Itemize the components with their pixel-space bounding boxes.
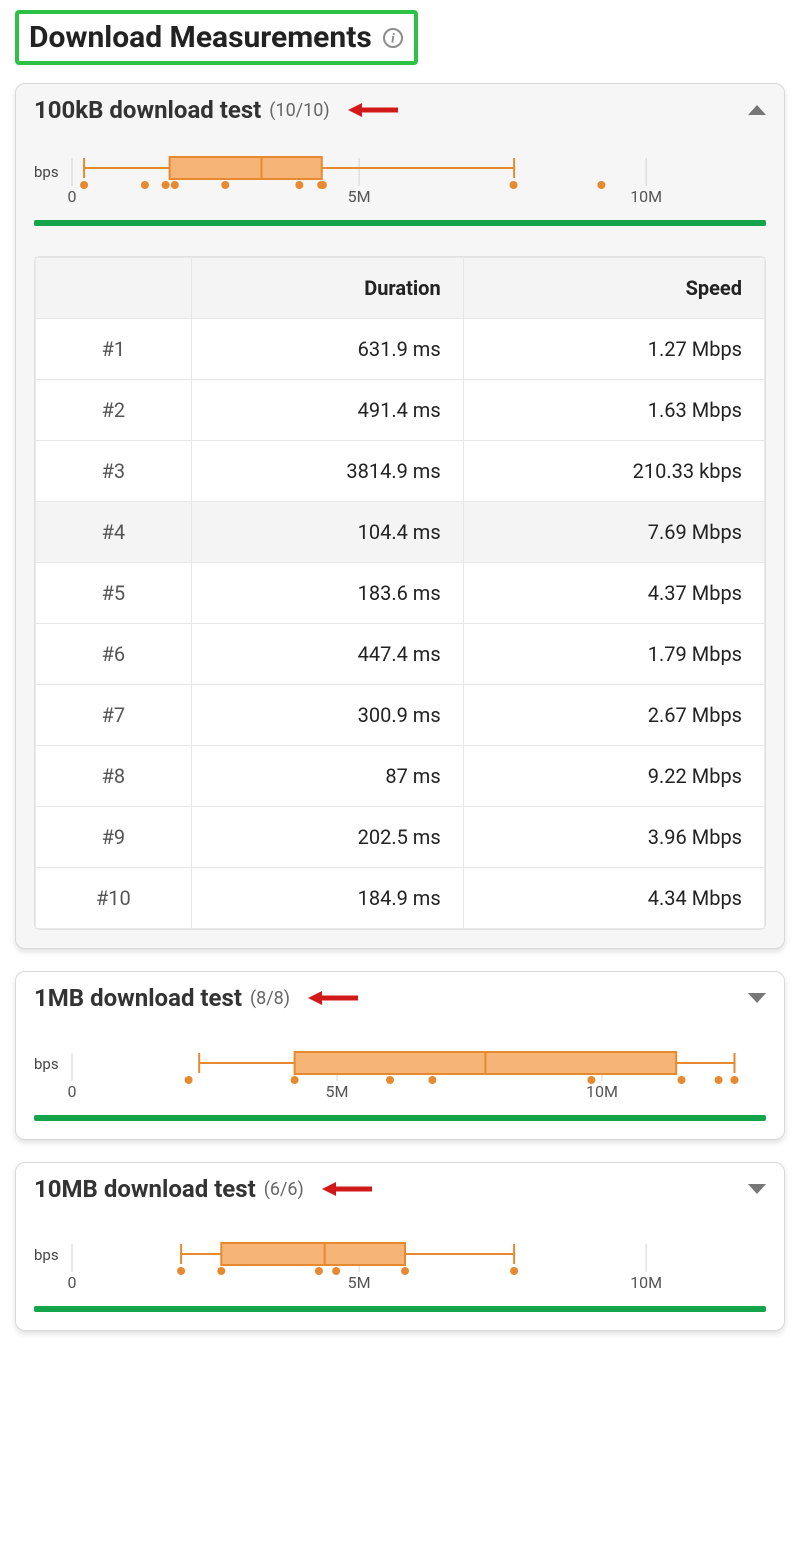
info-icon[interactable]: i: [382, 27, 404, 49]
test-header-10mb[interactable]: 10MB download test (6/6): [34, 1175, 766, 1203]
test-card-1mb: 1MB download test (8/8) bps 0 5M 10M: [15, 971, 785, 1140]
test-title: 1MB download test: [34, 984, 242, 1012]
page-title-text: Download Measurements: [29, 20, 372, 55]
table-row[interactable]: #2491.4 ms1.63 Mbps: [36, 380, 765, 441]
cell-index: #4: [36, 502, 192, 563]
svg-text:10M: 10M: [630, 1273, 662, 1292]
cell-index: #10: [36, 868, 192, 929]
col-speed: Speed: [463, 258, 764, 319]
cell-index: #8: [36, 746, 192, 807]
boxplot-10mb: bps 0 5M 10M: [34, 1217, 766, 1292]
cell-speed: 210.33 kbps: [463, 441, 764, 502]
expand-icon[interactable]: [748, 989, 766, 1008]
cell-duration: 184.9 ms: [191, 868, 463, 929]
test-title: 100kB download test: [34, 96, 261, 124]
progress-bar: [34, 1115, 766, 1121]
collapse-icon[interactable]: [748, 101, 766, 120]
cell-speed: 2.67 Mbps: [463, 685, 764, 746]
cell-speed: 1.79 Mbps: [463, 624, 764, 685]
cell-index: #7: [36, 685, 192, 746]
boxplot-100kb: bps 0 5M 10M: [34, 138, 766, 206]
cell-duration: 491.4 ms: [191, 380, 463, 441]
svg-text:0: 0: [67, 1273, 76, 1292]
svg-text:i: i: [391, 31, 395, 46]
test-title: 10MB download test: [34, 1175, 256, 1203]
boxplot-ylabel: bps: [34, 1246, 59, 1264]
table-row[interactable]: #6447.4 ms1.79 Mbps: [36, 624, 765, 685]
col-index: [36, 258, 192, 319]
boxplot-ylabel: bps: [34, 163, 59, 181]
cell-duration: 202.5 ms: [191, 807, 463, 868]
measurements-table: Duration Speed #1631.9 ms1.27 Mbps#2491.…: [35, 257, 765, 929]
annotation-arrow-icon: [348, 100, 408, 120]
table-row[interactable]: #10184.9 ms4.34 Mbps: [36, 868, 765, 929]
boxplot-chart: 0 5M 10M: [67, 1026, 766, 1101]
test-count: (6/6): [264, 1179, 304, 1200]
cell-index: #9: [36, 807, 192, 868]
boxplot-1mb: bps 0 5M 10M: [34, 1026, 766, 1101]
cell-duration: 447.4 ms: [191, 624, 463, 685]
test-count: (10/10): [269, 100, 329, 121]
boxplot-ylabel: bps: [34, 1055, 59, 1073]
page-title: Download Measurements i: [15, 10, 418, 65]
cell-duration: 631.9 ms: [191, 319, 463, 380]
table-row[interactable]: #9202.5 ms3.96 Mbps: [36, 807, 765, 868]
cell-index: #2: [36, 380, 192, 441]
svg-text:5M: 5M: [347, 1273, 370, 1292]
cell-index: #3: [36, 441, 192, 502]
cell-duration: 300.9 ms: [191, 685, 463, 746]
table-row[interactable]: #33814.9 ms210.33 kbps: [36, 441, 765, 502]
cell-index: #6: [36, 624, 192, 685]
test-header-1mb[interactable]: 1MB download test (8/8): [34, 984, 766, 1012]
cell-duration: 104.4 ms: [191, 502, 463, 563]
cell-speed: 1.27 Mbps: [463, 319, 764, 380]
annotation-arrow-icon: [322, 1179, 382, 1199]
svg-text:0: 0: [67, 187, 76, 206]
test-card-100kb: 100kB download test (10/10) bps 0 5M 10M D…: [15, 83, 785, 949]
cell-speed: 7.69 Mbps: [463, 502, 764, 563]
cell-speed: 3.96 Mbps: [463, 807, 764, 868]
table-row[interactable]: #1631.9 ms1.27 Mbps: [36, 319, 765, 380]
cell-duration: 3814.9 ms: [191, 441, 463, 502]
measurements-table-wrap: Duration Speed #1631.9 ms1.27 Mbps#2491.…: [34, 256, 766, 930]
table-row[interactable]: #4104.4 ms7.69 Mbps: [36, 502, 765, 563]
test-header-100kb[interactable]: 100kB download test (10/10): [34, 96, 766, 124]
progress-bar: [34, 220, 766, 226]
svg-text:10M: 10M: [586, 1082, 618, 1101]
table-row[interactable]: #887 ms9.22 Mbps: [36, 746, 765, 807]
annotation-arrow-icon: [308, 988, 368, 1008]
svg-text:5M: 5M: [325, 1082, 348, 1101]
cell-speed: 4.37 Mbps: [463, 563, 764, 624]
test-card-10mb: 10MB download test (6/6) bps 0 5M 10M: [15, 1162, 785, 1331]
svg-text:10M: 10M: [630, 187, 662, 206]
cell-speed: 9.22 Mbps: [463, 746, 764, 807]
progress-bar: [34, 1306, 766, 1312]
cell-duration: 183.6 ms: [191, 563, 463, 624]
boxplot-chart: 0 5M 10M: [67, 138, 766, 206]
test-count: (8/8): [250, 988, 290, 1009]
svg-text:5M: 5M: [347, 187, 370, 206]
table-row[interactable]: #7300.9 ms2.67 Mbps: [36, 685, 765, 746]
col-duration: Duration: [191, 258, 463, 319]
svg-text:0: 0: [67, 1082, 76, 1101]
cell-index: #5: [36, 563, 192, 624]
boxplot-chart: 0 5M 10M: [67, 1217, 766, 1292]
cell-duration: 87 ms: [191, 746, 463, 807]
expand-icon[interactable]: [748, 1180, 766, 1199]
table-row[interactable]: #5183.6 ms4.37 Mbps: [36, 563, 765, 624]
cell-index: #1: [36, 319, 192, 380]
cell-speed: 1.63 Mbps: [463, 380, 764, 441]
cell-speed: 4.34 Mbps: [463, 868, 764, 929]
